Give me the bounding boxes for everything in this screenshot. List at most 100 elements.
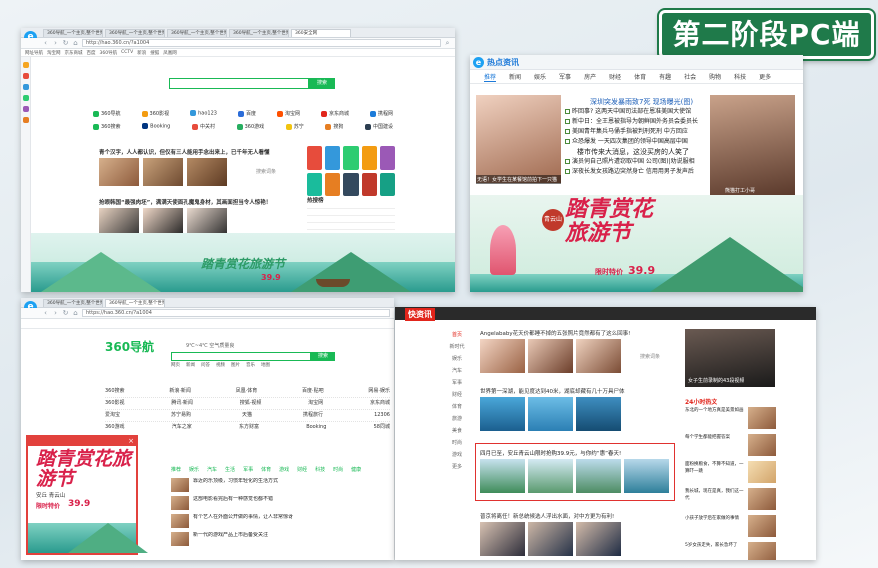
nav-link[interactable]: 凤凰·体育	[236, 386, 258, 397]
favorite-link[interactable]: CCTV	[121, 50, 133, 55]
nav-item[interactable]: 时尚	[437, 437, 477, 449]
hot-item[interactable]: 东北的一个地方真是美景如画	[685, 407, 780, 431]
main-headline[interactable]: 深圳突发暴雨致7死 现场曝光(图)	[590, 97, 693, 107]
hot-item[interactable]: 小孩子放学后在家做的事情	[685, 515, 780, 539]
headline[interactable]: 世界第一深湖，能见度达到40米，湖底却藏有几十万具尸体	[480, 387, 675, 395]
site-link[interactable]: 搜狗	[325, 123, 343, 130]
news-image[interactable]	[576, 522, 621, 556]
news-headline[interactable]: 楼市传来大消息，这没买房的人笑了	[565, 147, 703, 157]
nav-link[interactable]: 天猫	[242, 410, 252, 421]
feed-tab[interactable]: 科技	[315, 466, 325, 473]
browser-tab[interactable]: 360安全网	[291, 29, 351, 37]
hot-item[interactable]: 面粉换粮食，不算不知道，一算吓一跳	[685, 461, 780, 485]
site-link[interactable]: 京东商城	[320, 110, 349, 117]
app-icon[interactable]	[343, 146, 359, 170]
search-button[interactable]: 搜索	[311, 352, 335, 361]
search-tab[interactable]: 网页	[171, 362, 180, 368]
news-item[interactable]: 美国青年集兵马俑手指被判刑死刑 中方回应	[565, 127, 703, 137]
hot-item[interactable]: 5岁女孩走失，家长急坏了	[685, 542, 780, 560]
news-image[interactable]	[480, 522, 525, 556]
nav-link[interactable]: 新浪·新闻	[169, 386, 191, 397]
news-item[interactable]: 演员伺自己照片遭窃取中国 公司(图)|劝说服相	[565, 157, 703, 167]
feed-tab[interactable]: 体育	[261, 466, 271, 473]
news-item[interactable]: 昨回事? 这两天中国司法部在恩准美国大使馆	[565, 107, 703, 117]
nav-tab[interactable]: 体育	[634, 72, 646, 81]
favorite-link[interactable]: 凤凰网	[163, 50, 177, 56]
site-link[interactable]: 百度	[237, 110, 256, 117]
app-icon[interactable]	[325, 172, 341, 196]
feed-tab[interactable]: 生活	[225, 466, 235, 473]
nav-link[interactable]: 360影视	[105, 398, 125, 409]
favorite-link[interactable]: 网址导航	[25, 50, 43, 56]
hot-item[interactable]: 我长城，现在是真，我们这一代	[685, 488, 780, 512]
search-tab[interactable]: 视频	[216, 362, 225, 368]
back-icon[interactable]: ‹	[42, 309, 49, 317]
refresh-icon[interactable]: ↻	[62, 39, 69, 47]
news-image[interactable]	[576, 339, 621, 373]
favorite-link[interactable]: 360导航	[100, 50, 118, 56]
headline[interactable]: 普京将离任！新总统候选人浮出水面，对中方更为有利!	[480, 512, 675, 520]
more-tab[interactable]: 更多	[759, 72, 771, 81]
nav-item[interactable]: 旅游	[437, 413, 477, 425]
search-tab[interactable]: 图片	[231, 362, 240, 368]
news-image[interactable]	[528, 397, 573, 431]
nav-item-home[interactable]: 首页	[437, 329, 477, 341]
site-link[interactable]: 淘宝网	[276, 110, 300, 117]
app-icon[interactable]	[361, 172, 377, 196]
site-link[interactable]: 360搜索	[93, 123, 121, 130]
nav-link[interactable]: 京东商城	[370, 398, 390, 409]
favorite-link[interactable]: 百度	[87, 50, 96, 56]
favorite-link[interactable]: 新浪	[137, 50, 146, 56]
banner[interactable]: 踏青赏花旅游节 39.9	[31, 233, 455, 292]
url-field[interactable]: http://hao.360.cn/?a1004	[82, 39, 441, 47]
app-icon[interactable]	[307, 146, 323, 170]
url-field[interactable]: https://hao.360.cn/?a1004	[82, 309, 390, 317]
news-image[interactable]	[528, 459, 573, 493]
nav-link[interactable]: 12306	[374, 410, 390, 421]
home-icon[interactable]: ⌂	[72, 309, 79, 317]
browser-tab[interactable]: 360导航_一个主页,整个世界	[43, 29, 103, 37]
search-tab[interactable]: 新闻	[186, 362, 195, 368]
forward-icon[interactable]: ›	[52, 39, 59, 47]
search-input[interactable]	[171, 352, 311, 361]
site-link[interactable]: 中关村	[191, 123, 215, 130]
news-image[interactable]	[187, 208, 227, 236]
news-item[interactable]: 众恐爆发 一天四次集团的领导中国高层中国	[565, 137, 703, 147]
nav-link[interactable]: 360游戏	[105, 422, 125, 433]
nav-link[interactable]: 苏宁易购	[171, 410, 191, 421]
headline[interactable]: Angelababy花天价都睡不掉的五张照片竟然都有了这么回事!	[480, 329, 675, 337]
browser-tab[interactable]: 360导航_一个主页,整个世界	[229, 29, 289, 37]
hot-item[interactable]: 每个学生都能把握答案	[685, 434, 780, 458]
site-link[interactable]: 苏宁	[285, 123, 304, 130]
search-tab[interactable]: 问答	[201, 362, 210, 368]
site-link[interactable]: 360游戏	[236, 123, 264, 130]
feed-item[interactable]: 有个艺人在外面公开做的事情，让人非常惊讶	[171, 514, 389, 528]
brand-logo[interactable]: 快资讯	[405, 308, 435, 321]
sidebar-icon[interactable]	[22, 106, 29, 112]
browser-tab[interactable]: 360导航_一个主页,整个世界	[43, 299, 103, 307]
home-icon[interactable]: ⌂	[72, 39, 79, 47]
ad-link[interactable]: 搜索词条	[640, 353, 660, 360]
search-input[interactable]	[169, 78, 309, 89]
search-button[interactable]: 搜索	[309, 78, 335, 89]
feed-tab[interactable]: 健康	[351, 466, 361, 473]
nav-link[interactable]: 淘宝网	[308, 398, 323, 409]
sidebar-icon[interactable]	[22, 62, 29, 68]
browser-tab[interactable]: 360导航_一个主页,整个世界	[105, 299, 165, 307]
app-icon[interactable]	[325, 146, 341, 170]
nav-link[interactable]: 搜狐·视频	[240, 398, 262, 409]
browser-tab[interactable]: 360导航_一个主页,整个世界	[167, 29, 227, 37]
news-image[interactable]	[528, 339, 573, 373]
nav-link[interactable]: 爱淘宝	[105, 410, 120, 421]
feed-tab[interactable]: 汽车	[207, 466, 217, 473]
feed-item[interactable]: 靠近的乐顶级，习惯年轻化的生活方式	[171, 478, 389, 492]
browser-tab[interactable]: 360导航_一个主页,整个世界	[105, 29, 165, 37]
nav-tab[interactable]: 新闻	[509, 72, 521, 81]
app-icon[interactable]	[379, 172, 395, 196]
news-image[interactable]	[143, 158, 183, 186]
news-image[interactable]	[99, 158, 139, 186]
ad-link[interactable]: 搜索词条	[256, 168, 276, 175]
site-logo[interactable]: 360导航	[105, 338, 154, 355]
news-image[interactable]	[99, 208, 139, 236]
site-link[interactable]: 360导航	[93, 110, 121, 117]
